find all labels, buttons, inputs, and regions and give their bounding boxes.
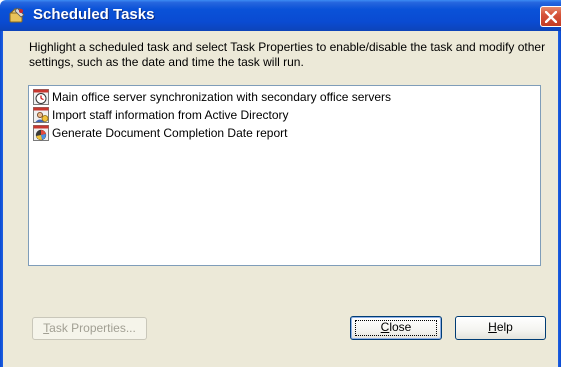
- task-list-item[interactable]: Generate Document Completion Date report: [33, 125, 523, 143]
- close-button[interactable]: Close: [350, 316, 442, 340]
- title-bar[interactable]: Scheduled Tasks: [0, 0, 561, 31]
- task-list-item[interactable]: Main office server synchronization with …: [33, 89, 523, 107]
- task-label: Generate Document Completion Date report: [52, 126, 288, 140]
- help-label: elp: [496, 320, 513, 334]
- task-list-item[interactable]: Import staff information from Active Dir…: [33, 107, 523, 125]
- close-icon: [545, 11, 557, 23]
- task-properties-label: ask Properties...: [49, 321, 136, 335]
- task-list[interactable]: Main office server synchronization with …: [28, 85, 541, 266]
- staff-import-icon: [33, 107, 49, 123]
- focus-indicator: [355, 320, 437, 336]
- clock-icon: [33, 89, 49, 105]
- task-label: Import staff information from Active Dir…: [52, 108, 289, 122]
- help-button[interactable]: Help: [455, 316, 546, 340]
- instructions-text: Highlight a scheduled task and select Ta…: [29, 40, 546, 69]
- help-mnemonic: H: [488, 320, 497, 334]
- task-properties-button[interactable]: Task Properties...: [32, 317, 147, 340]
- report-icon: [33, 125, 49, 141]
- close-window-button[interactable]: [540, 6, 561, 27]
- window-title: Scheduled Tasks: [33, 6, 155, 23]
- task-label: Main office server synchronization with …: [52, 90, 392, 104]
- scheduled-tasks-icon: [8, 6, 26, 24]
- scheduled-tasks-window: Scheduled Tasks Highlight a scheduled ta…: [0, 0, 561, 367]
